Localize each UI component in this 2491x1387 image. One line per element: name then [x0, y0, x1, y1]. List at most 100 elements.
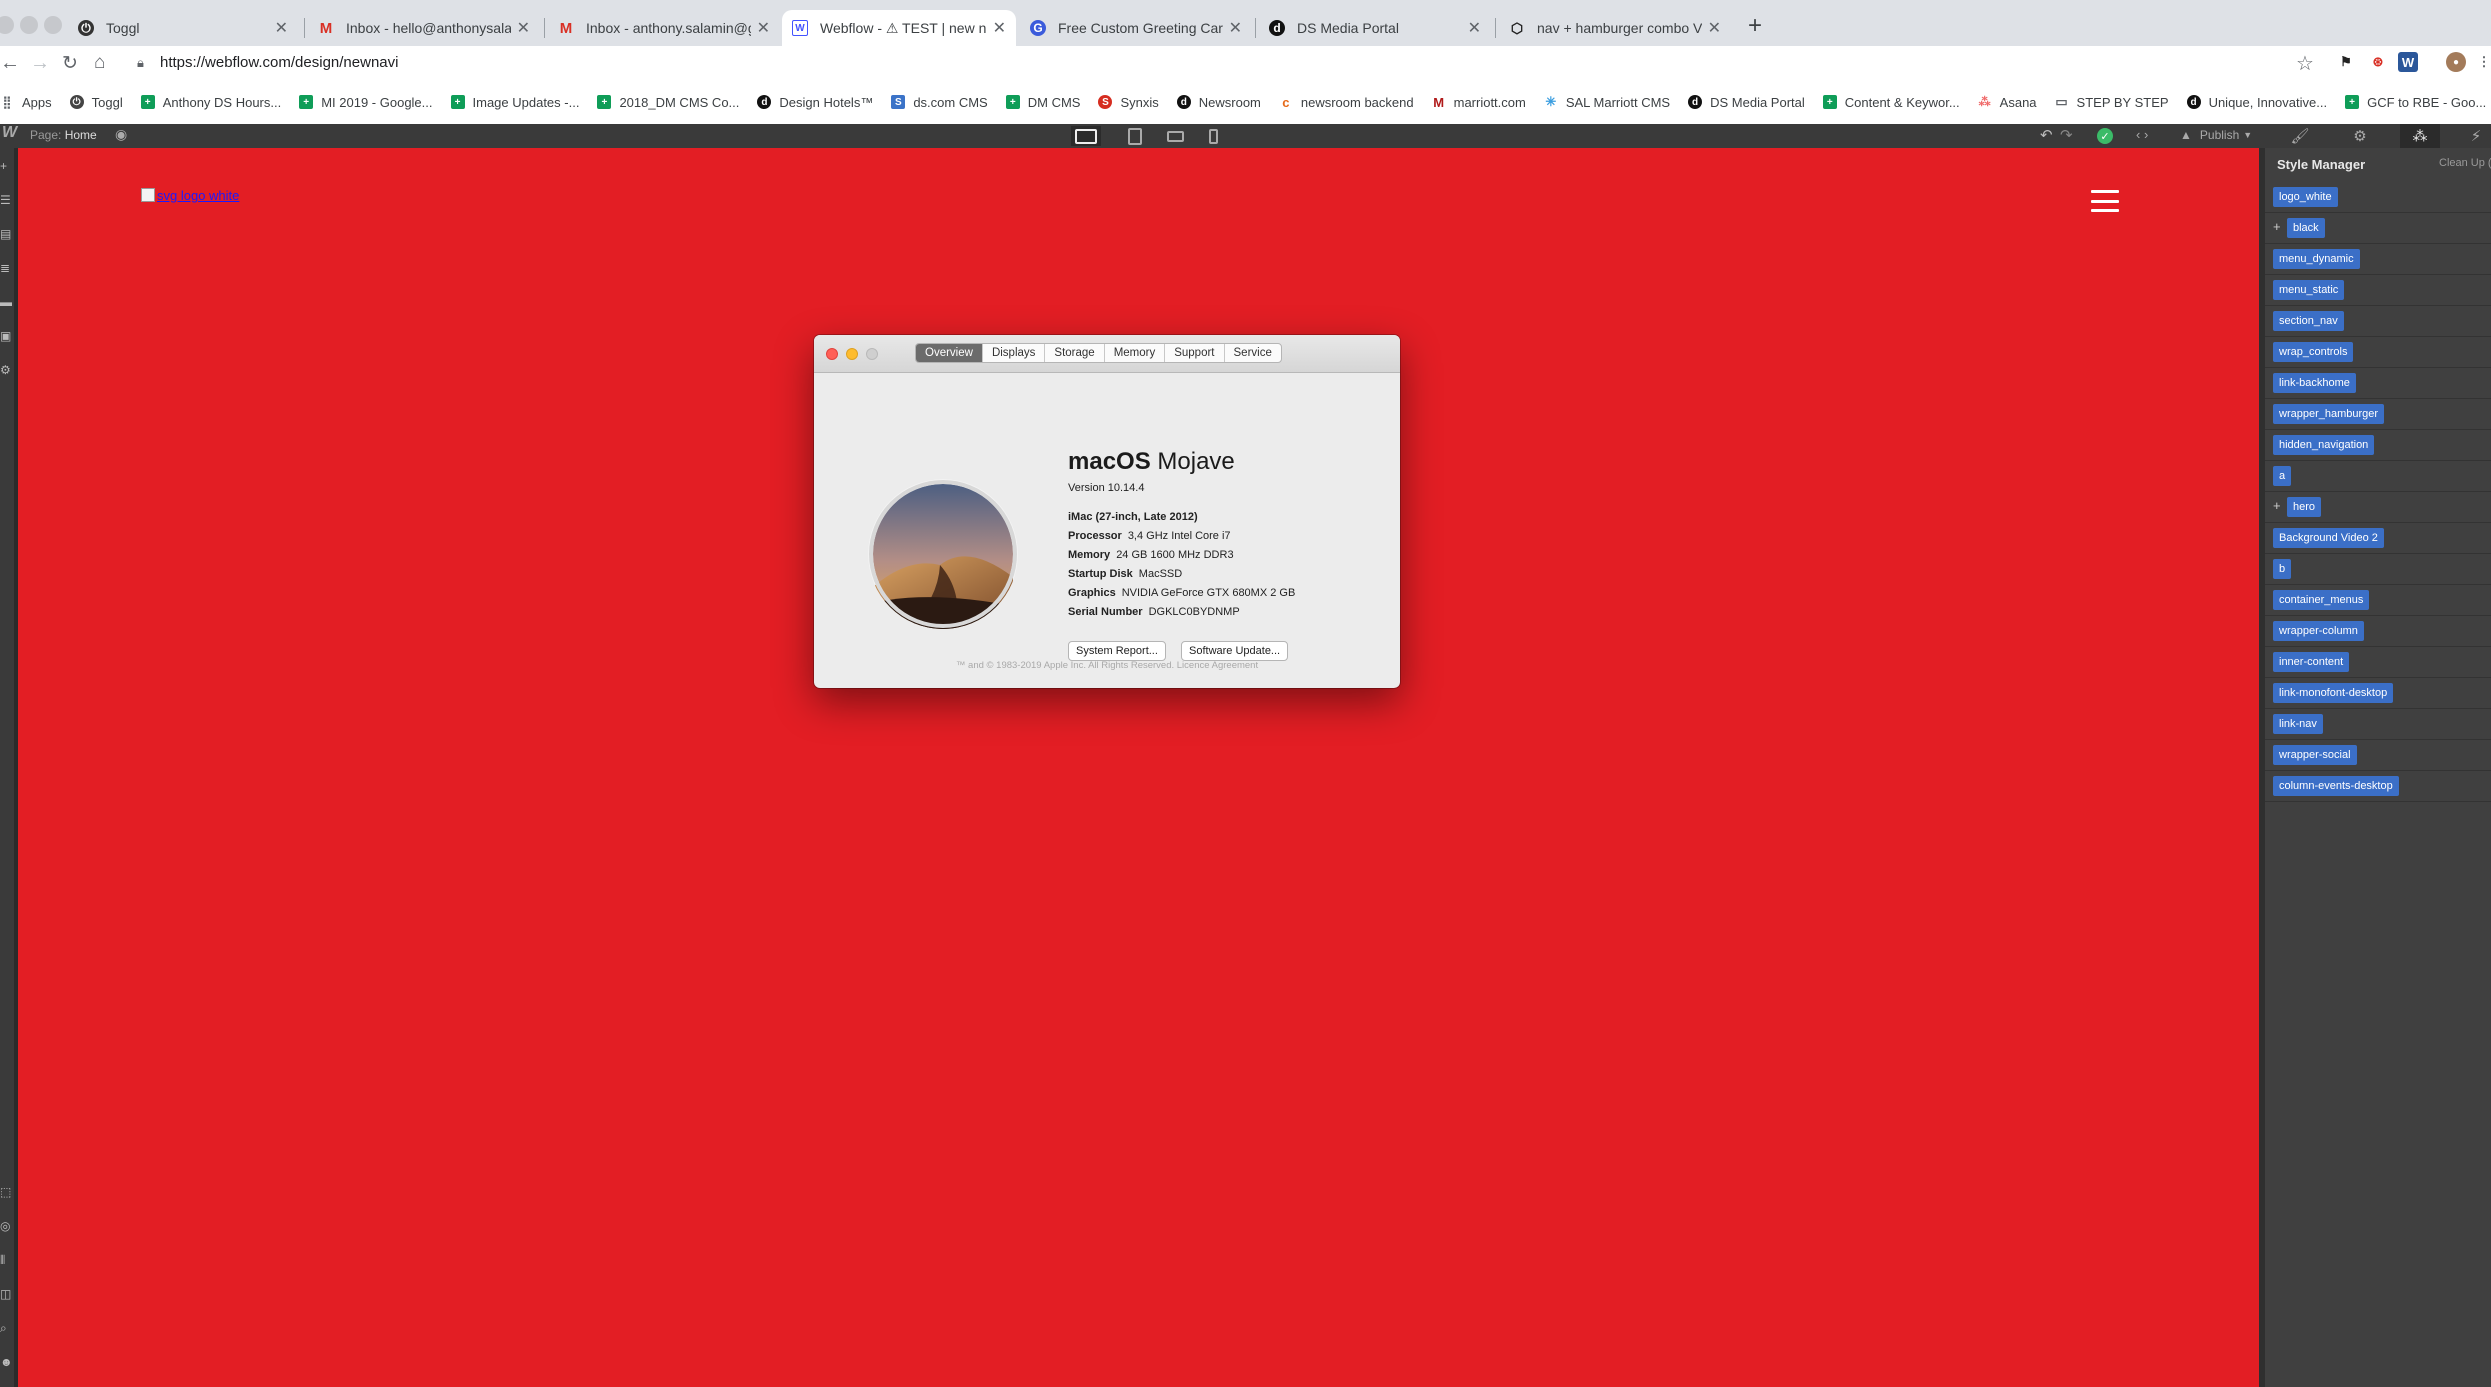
class-row[interactable]: + hero — [2265, 492, 2491, 523]
tab-close-icon[interactable]: ✕ — [275, 18, 288, 38]
address-bar[interactable]: https://webflow.com/design/newnavi — [160, 54, 398, 71]
browser-tab[interactable]: G Free Custom Greeting Cards O ✕ — [1020, 10, 1252, 46]
software-update-button[interactable]: Software Update... — [1181, 641, 1289, 661]
bookmark-item[interactable]: Sds.com CMS — [891, 95, 988, 110]
browser-tab[interactable]: d DS Media Portal ✕ — [1259, 10, 1491, 46]
style-manager-tab[interactable]: ⁂ — [2400, 124, 2440, 148]
class-chip[interactable]: column-events-desktop — [2273, 776, 2399, 796]
bookmark-item[interactable]: c newsroom backend — [1279, 95, 1413, 110]
settings-panel-tab[interactable]: ⚙︎ — [2340, 124, 2380, 148]
class-row[interactable]: logo_white — [2265, 182, 2491, 213]
class-row[interactable]: link-monofont-desktop — [2265, 678, 2491, 709]
add-element-icon[interactable]: + — [0, 158, 14, 174]
bookmark-item[interactable]: d Design Hotels™ — [757, 95, 873, 110]
tab-close-icon[interactable]: ✕ — [757, 18, 770, 38]
bookmark-item[interactable]: ⁂ Asana — [1978, 95, 2037, 110]
bookmark-item[interactable]: d Newsroom — [1176, 95, 1261, 110]
browser-tab[interactable]: ⬡ nav + hamburger combo V ✕ — [1499, 10, 1731, 46]
bookmark-item[interactable]: Mmarriott.com — [1432, 95, 1526, 110]
class-chip[interactable]: menu_static — [2273, 280, 2345, 300]
class-chip[interactable]: black — [2287, 218, 2325, 238]
class-row[interactable]: link-backhome — [2265, 368, 2491, 399]
extension-red-icon[interactable]: ⊛ — [2368, 52, 2388, 72]
class-chip[interactable]: hero — [2287, 497, 2322, 517]
bookmark-item[interactable]: + Image Updates -... — [450, 95, 579, 110]
class-row[interactable]: container_menus — [2265, 585, 2491, 616]
webflow-logo-icon[interactable]: W — [2, 124, 17, 142]
class-chip[interactable]: hidden_navigation — [2273, 435, 2375, 455]
class-chip[interactable]: link-backhome — [2273, 373, 2356, 393]
bookmark-apps[interactable]: ⣿ Apps — [0, 95, 52, 110]
class-chip[interactable]: section_nav — [2273, 311, 2344, 331]
class-chip[interactable]: wrapper-social — [2273, 745, 2357, 765]
style-panel-tab[interactable]: 🖌︎ — [2280, 124, 2320, 148]
class-row[interactable]: + black — [2265, 213, 2491, 244]
search-icon[interactable]: ⌕ — [0, 1320, 14, 1336]
class-chip[interactable]: inner-content — [2273, 652, 2350, 672]
browser-tab[interactable]: M Inbox - anthony.salamin@gmai ✕ — [548, 10, 780, 46]
class-row[interactable]: link-nav — [2265, 709, 2491, 740]
class-chip[interactable]: link-monofont-desktop — [2273, 683, 2394, 703]
design-canvas[interactable]: svg logo white — [18, 148, 1261, 1387]
bookmark-item[interactable]: S Synxis — [1098, 95, 1159, 110]
window-close-icon[interactable] — [0, 16, 14, 34]
mobile-portrait-breakpoint-icon[interactable] — [1198, 126, 1228, 146]
assets-icon[interactable]: ▣ — [0, 328, 14, 344]
pages-icon[interactable]: ▤ — [0, 226, 14, 242]
design-canvas-right[interactable] — [1261, 148, 2263, 1387]
tab-close-icon[interactable]: ✕ — [1229, 18, 1242, 38]
class-chip[interactable]: menu_dynamic — [2273, 249, 2360, 269]
bookmark-item[interactable]: + MI 2019 - Google... — [299, 95, 433, 110]
comments-icon[interactable]: ▬ — [0, 294, 14, 310]
undo-icon[interactable]: ↶ — [2040, 126, 2053, 144]
tab-close-icon[interactable]: ✕ — [517, 18, 530, 38]
close-window-icon[interactable] — [826, 348, 838, 360]
class-row[interactable]: inner-content — [2265, 647, 2491, 678]
expand-plus-icon[interactable]: + — [2273, 219, 2281, 234]
class-row[interactable]: wrapper_hamburger — [2265, 399, 2491, 430]
publish-button[interactable]: ▲ Publish ▼ — [2180, 128, 2252, 142]
bookmark-item[interactable]: + DM CMS — [1005, 95, 1080, 110]
bookmark-item[interactable]: ⏻ Toggl — [69, 95, 123, 110]
bookmark-star-icon[interactable]: ☆ — [2296, 51, 2314, 76]
class-row[interactable]: a — [2265, 461, 2491, 492]
tab-displays[interactable]: Displays — [983, 344, 1046, 362]
project-settings-icon[interactable]: ⚙︎ — [0, 362, 14, 378]
class-chip[interactable]: b — [2273, 559, 2292, 579]
user-icon[interactable]: ☻ — [0, 1354, 14, 1370]
window-zoom-icon[interactable] — [44, 16, 62, 34]
expand-plus-icon[interactable]: + — [2273, 498, 2281, 513]
reload-icon[interactable]: ↻ — [62, 52, 78, 75]
cms-icon[interactable]: ≣ — [0, 260, 14, 276]
tab-storage[interactable]: Storage — [1045, 344, 1105, 362]
bookmark-item[interactable]: + Content & Keywor... — [1822, 95, 1960, 110]
tablet-breakpoint-icon[interactable] — [1120, 126, 1150, 146]
interactions-panel-tab[interactable]: ⚡︎ — [2456, 124, 2491, 148]
redo-icon[interactable]: ↷ — [2060, 126, 2073, 144]
preview-icon[interactable]: ◫ — [0, 1286, 14, 1302]
navigator-icon[interactable]: ☰ — [0, 192, 14, 208]
class-row[interactable]: menu_static — [2265, 275, 2491, 306]
class-chip[interactable]: container_menus — [2273, 590, 2370, 610]
class-row[interactable]: b — [2265, 554, 2491, 585]
browser-menu-icon[interactable]: ⋮ — [2474, 52, 2491, 72]
tab-service[interactable]: Service — [1225, 344, 1281, 362]
grid-overlay-icon[interactable]: ⦀ — [0, 1252, 14, 1268]
tab-support[interactable]: Support — [1165, 344, 1225, 362]
class-chip[interactable]: wrapper_hamburger — [2273, 404, 2385, 424]
bookmark-item[interactable]: d DS Media Portal — [1688, 95, 1805, 110]
code-export-icon[interactable]: ‹ › — [2136, 127, 2148, 142]
browser-tab-active[interactable]: W Webflow - ⚠ TEST | new navi ✕ — [782, 10, 1016, 46]
extension-flag-icon[interactable]: ⚑ — [2336, 52, 2356, 72]
new-tab-button[interactable]: + — [1748, 12, 1762, 40]
bookmark-folder[interactable]: ▭ STEP BY STEP — [2055, 94, 2168, 110]
minimize-window-icon[interactable] — [846, 348, 858, 360]
mobile-landscape-breakpoint-icon[interactable] — [1160, 126, 1190, 146]
tab-close-icon[interactable]: ✕ — [993, 18, 1006, 38]
bookmark-item[interactable]: ✳ SAL Marriott CMS — [1544, 94, 1670, 110]
class-row[interactable]: section_nav — [2265, 306, 2491, 337]
hamburger-menu-icon[interactable] — [2091, 190, 2119, 212]
class-chip[interactable]: wrap_controls — [2273, 342, 2354, 362]
desktop-breakpoint-icon[interactable] — [1071, 126, 1101, 146]
window-minimize-icon[interactable] — [20, 16, 38, 34]
